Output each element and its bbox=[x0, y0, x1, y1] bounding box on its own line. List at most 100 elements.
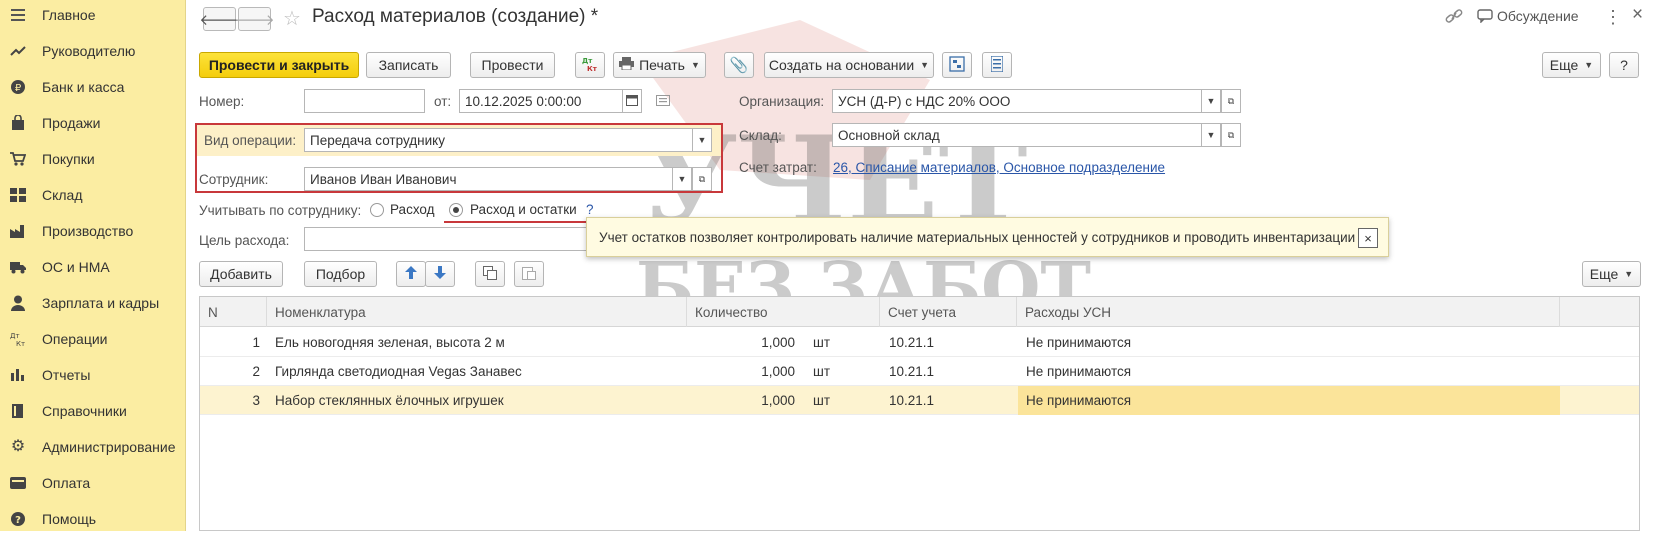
sidebar-item-label: Главное bbox=[42, 7, 96, 23]
tooltip-close-button[interactable]: × bbox=[1358, 228, 1378, 248]
calendar-button[interactable] bbox=[622, 89, 642, 113]
operation-type-dropdown[interactable]: ▼ bbox=[692, 128, 712, 152]
back-button[interactable]: 🡐 bbox=[199, 7, 240, 31]
sidebar-item-help[interactable]: ? Помощь bbox=[0, 504, 186, 534]
cell-n: 2 bbox=[252, 364, 260, 379]
column-header-nomenclature[interactable]: Номенклатура bbox=[267, 297, 687, 327]
sidebar-item-assets[interactable]: ОС и НМА bbox=[0, 252, 186, 282]
post-button[interactable]: Провести bbox=[470, 52, 555, 78]
svg-text:Дт: Дт bbox=[10, 332, 20, 340]
radio-help-link[interactable]: ? bbox=[586, 202, 594, 217]
svg-text:Дт: Дт bbox=[582, 57, 593, 65]
table-row-selected[interactable]: 3 Набор стеклянных ёлочных игрушек 1,000… bbox=[200, 386, 1639, 415]
sidebar-item-reports[interactable]: Отчеты bbox=[0, 360, 186, 390]
open-icon: ⧉ bbox=[698, 173, 706, 184]
sidebar-item-salary[interactable]: Зарплата и кадры bbox=[0, 288, 186, 318]
cell-quantity: 1,000 bbox=[761, 393, 795, 408]
arrow-up-icon bbox=[405, 266, 417, 282]
warehouse-dropdown[interactable]: ▼ bbox=[1201, 123, 1221, 147]
keyboard-icon[interactable] bbox=[656, 94, 670, 109]
sidebar-item-warehouse[interactable]: Склад bbox=[0, 180, 186, 210]
dt-kt-button[interactable]: Дт Кт bbox=[575, 52, 605, 78]
date-input[interactable]: 10.12.2025 0:00:00 bbox=[459, 89, 624, 113]
attach-button[interactable]: 📎 bbox=[724, 52, 754, 78]
sidebar-item-sales[interactable]: Продажи bbox=[0, 108, 186, 138]
radio-expense-balance[interactable] bbox=[449, 203, 463, 217]
sidebar-item-label: Руководителю bbox=[42, 43, 136, 59]
sidebar-item-label: Отчеты bbox=[42, 367, 91, 383]
cell-account: 10.21.1 bbox=[889, 364, 935, 379]
save-button[interactable]: Записать bbox=[366, 52, 451, 78]
page-title: Расход материалов (создание) * bbox=[312, 6, 599, 27]
table-row[interactable]: 1 Ель новогодняя зеленая, высота 2 м 1,0… bbox=[200, 328, 1639, 357]
warehouse-select[interactable]: Основной склад bbox=[832, 123, 1202, 147]
sidebar-item-payment[interactable]: Оплата bbox=[0, 468, 186, 498]
column-header-quantity[interactable]: Количество bbox=[687, 297, 880, 327]
svg-text:₽: ₽ bbox=[15, 83, 22, 94]
move-up-button[interactable] bbox=[396, 261, 426, 287]
organization-dropdown[interactable]: ▼ bbox=[1201, 89, 1221, 113]
structure-button[interactable] bbox=[942, 52, 972, 78]
help-button[interactable]: ? bbox=[1609, 52, 1639, 78]
purpose-label: Цель расхода: bbox=[199, 233, 290, 248]
cell-usn: Не принимаются bbox=[1026, 335, 1132, 350]
employee-dropdown[interactable]: ▼ bbox=[672, 167, 692, 191]
paste-button[interactable] bbox=[514, 261, 544, 287]
sidebar-item-catalogs[interactable]: Справочники bbox=[0, 396, 186, 426]
post-and-close-button[interactable]: Провести и закрыть bbox=[199, 52, 359, 78]
column-header-usn[interactable]: Расходы УСН bbox=[1017, 297, 1560, 327]
print-button[interactable]: Печать ▼ bbox=[613, 52, 706, 78]
employee-select[interactable]: Иванов Иван Иванович bbox=[304, 167, 674, 191]
pick-button[interactable]: Подбор bbox=[304, 261, 377, 287]
materials-table: N Номенклатура Количество Счет учета Рас… bbox=[199, 296, 1640, 531]
employee-label: Сотрудник: bbox=[199, 172, 269, 187]
operation-type-select[interactable]: Передача сотруднику bbox=[304, 128, 694, 152]
chevron-down-icon: ▼ bbox=[1206, 96, 1216, 106]
sidebar-item-director[interactable]: Руководителю bbox=[0, 36, 186, 66]
create-based-label: Создать на основании bbox=[768, 57, 915, 73]
date-from-label: от: bbox=[434, 94, 452, 109]
list-report-button[interactable] bbox=[982, 52, 1012, 78]
employee-open[interactable]: ⧉ bbox=[692, 167, 712, 191]
ruble-icon: ₽ bbox=[10, 79, 26, 95]
table-row[interactable]: 2 Гирлянда светодиодная Vegas Занавес 1,… bbox=[200, 357, 1639, 386]
organization-select[interactable]: УСН (Д-Р) с НДС 20% ООО bbox=[832, 89, 1202, 113]
table-more-label: Еще bbox=[1589, 266, 1619, 282]
tooltip-text: Учет остатков позволяет контролировать н… bbox=[599, 229, 1356, 245]
close-icon[interactable]: × bbox=[1632, 4, 1643, 26]
number-input[interactable] bbox=[304, 89, 425, 113]
link-icon[interactable] bbox=[1445, 9, 1463, 26]
column-header-account[interactable]: Счет учета bbox=[880, 297, 1017, 327]
create-based-on-button[interactable]: Создать на основании ▼ bbox=[764, 52, 934, 78]
radio-expense-label[interactable]: Расход bbox=[390, 202, 435, 217]
radio-expense-balance-label[interactable]: Расход и остатки bbox=[470, 202, 577, 217]
number-label: Номер: bbox=[199, 94, 245, 109]
sidebar-item-bank[interactable]: ₽ Банк и касса bbox=[0, 72, 186, 102]
sidebar-item-purchases[interactable]: Покупки bbox=[0, 144, 186, 174]
purpose-input[interactable] bbox=[304, 227, 594, 251]
sidebar-item-operations[interactable]: Дт Кт Операции bbox=[0, 324, 186, 354]
more-button[interactable]: Еще ▼ bbox=[1542, 52, 1601, 78]
structure-icon bbox=[949, 55, 965, 75]
cell-quantity: 1,000 bbox=[761, 335, 795, 350]
radio-expense[interactable] bbox=[370, 203, 384, 217]
table-more-button[interactable]: Еще ▼ bbox=[1582, 261, 1641, 287]
arrow-down-icon bbox=[434, 266, 446, 282]
cell-usn-active[interactable]: Не принимаются bbox=[1018, 386, 1560, 415]
organization-open[interactable]: ⧉ bbox=[1221, 89, 1241, 113]
sidebar: Главное Руководителю ₽ Банк и касса Прод… bbox=[0, 0, 186, 531]
discussion-link[interactable]: Обсуждение bbox=[1497, 8, 1579, 24]
cost-account-link[interactable]: 26, Списание материалов, Основное подраз… bbox=[833, 160, 1165, 175]
column-header-n[interactable]: N bbox=[200, 297, 267, 327]
star-icon[interactable]: ☆ bbox=[283, 6, 301, 31]
move-down-button[interactable] bbox=[425, 261, 455, 287]
more-vertical-icon[interactable]: ⋮ bbox=[1604, 7, 1622, 28]
forward-button[interactable]: 🡒 bbox=[234, 7, 275, 31]
warehouse-open[interactable]: ⧉ bbox=[1221, 123, 1241, 147]
sidebar-item-production[interactable]: Производство bbox=[0, 216, 186, 246]
printer-icon bbox=[619, 57, 635, 73]
sidebar-item-main[interactable]: Главное bbox=[0, 0, 186, 30]
copy-row-button[interactable] bbox=[475, 261, 505, 287]
sidebar-item-admin[interactable]: ⚙ Администрирование bbox=[0, 432, 186, 462]
add-row-button[interactable]: Добавить bbox=[199, 261, 283, 287]
